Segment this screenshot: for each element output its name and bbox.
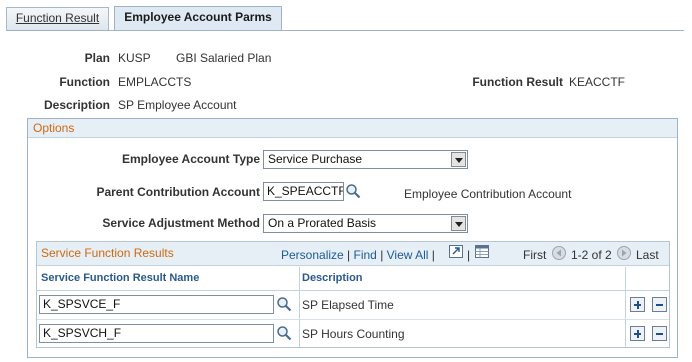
tab-employee-account-parms[interactable]: Employee Account Parms xyxy=(114,6,282,30)
page-range: 1-2 of 2 xyxy=(571,248,612,262)
download-grid-icon[interactable] xyxy=(475,245,489,258)
column-header-description[interactable]: Description xyxy=(302,272,363,284)
grid-header-bar: Service Function Results Personalize | F… xyxy=(37,242,669,266)
table-row: K_SPSVCH_F SP Hours Counting xyxy=(37,320,669,349)
service-adjustment-label: Service Adjustment Method xyxy=(102,216,260,230)
options-title: Options xyxy=(28,119,677,138)
delete-row-icon[interactable] xyxy=(652,297,667,312)
function-result-name-input[interactable]: K_SPSVCH_F xyxy=(39,324,274,343)
table-row: K_SPSVCE_F SP Elapsed Time xyxy=(37,291,669,320)
parent-contribution-value: K_SPEACCTF xyxy=(267,184,344,198)
description-label: Description xyxy=(43,98,110,112)
service-adjustment-value: On a Prorated Basis xyxy=(268,216,377,230)
plan-label: Plan xyxy=(84,51,110,65)
first-label: First xyxy=(523,248,547,262)
parent-contribution-description: Employee Contribution Account xyxy=(404,187,572,201)
lookup-icon[interactable] xyxy=(276,325,292,341)
zoom-grid-icon[interactable] xyxy=(449,245,463,258)
personalize-link[interactable]: Personalize xyxy=(281,248,344,262)
employee-account-type-value: Service Purchase xyxy=(268,152,363,166)
row-description: SP Hours Counting xyxy=(302,327,405,341)
add-row-icon[interactable] xyxy=(630,326,645,341)
function-label: Function xyxy=(59,75,110,89)
tab-label: Employee Account Parms xyxy=(124,10,272,24)
function-result-name-value: K_SPSVCE_F xyxy=(43,297,121,311)
function-result-value: KEACCTF xyxy=(569,75,626,89)
plan-code: KUSP xyxy=(118,51,151,65)
grid-toolbar: Personalize | Find | View All | xyxy=(281,248,435,262)
separator: | xyxy=(467,248,471,262)
function-value: EMPLACCTS xyxy=(118,75,192,89)
function-result-name-value: K_SPSVCH_F xyxy=(43,326,122,340)
chevron-down-icon xyxy=(451,216,466,231)
description-value: SP Employee Account xyxy=(118,98,237,112)
view-all-link[interactable]: View All xyxy=(387,248,429,262)
grid-title: Service Function Results xyxy=(41,246,174,260)
next-arrow-icon[interactable] xyxy=(617,246,631,260)
plan-description: GBI Salaried Plan xyxy=(176,51,272,65)
function-result-name-input[interactable]: K_SPSVCE_F xyxy=(39,295,274,314)
parent-contribution-label: Parent Contribution Account xyxy=(96,185,260,199)
grid-column-header-row: Service Function Result Name Description xyxy=(37,267,669,291)
lookup-icon[interactable] xyxy=(276,296,292,312)
find-link[interactable]: Find xyxy=(354,248,377,262)
lookup-icon[interactable] xyxy=(345,183,361,199)
tab-label: Function Result xyxy=(15,11,100,25)
function-result-label: Function Result xyxy=(472,75,563,89)
delete-row-icon[interactable] xyxy=(652,326,667,341)
employee-account-type-label: Employee Account Type xyxy=(121,152,260,166)
service-function-results-grid: Service Function Results Personalize | F… xyxy=(36,241,670,348)
tab-function-result[interactable]: Function Result xyxy=(6,7,109,30)
employee-account-type-select[interactable]: Service Purchase xyxy=(263,150,468,169)
tab-bar-divider xyxy=(6,30,684,31)
separator: | xyxy=(431,248,435,262)
row-description: SP Elapsed Time xyxy=(302,298,394,312)
add-row-icon[interactable] xyxy=(630,297,645,312)
service-adjustment-select[interactable]: On a Prorated Basis xyxy=(263,214,468,233)
parent-contribution-input[interactable]: K_SPEACCTF xyxy=(263,182,344,201)
chevron-down-icon xyxy=(451,152,466,167)
first-arrow-icon[interactable] xyxy=(552,246,566,260)
last-label: Last xyxy=(636,248,659,262)
column-header-name[interactable]: Service Function Result Name xyxy=(41,272,199,284)
